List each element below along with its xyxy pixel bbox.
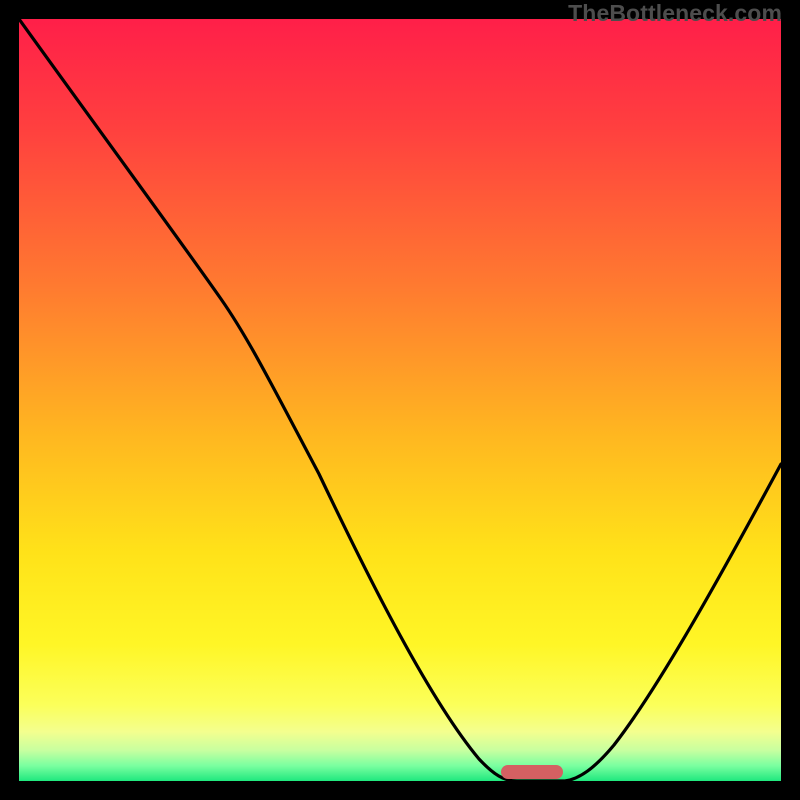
bottleneck-curve — [19, 19, 781, 781]
watermark: TheBottleneck.com — [568, 0, 782, 27]
chart-container: TheBottleneck.com — [0, 0, 800, 800]
curve-path — [19, 19, 781, 781]
optimal-marker — [501, 765, 563, 779]
